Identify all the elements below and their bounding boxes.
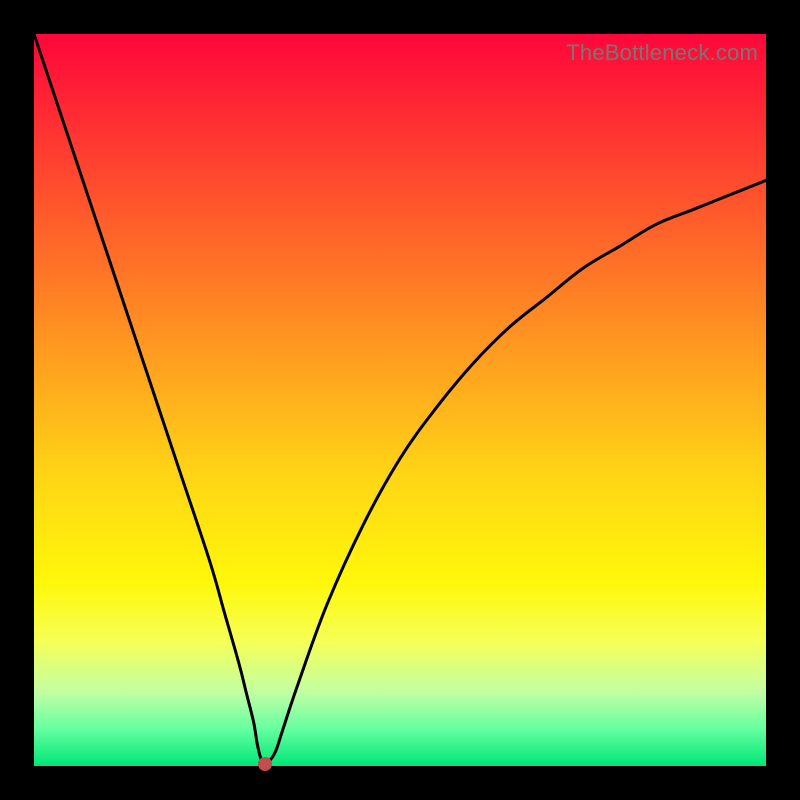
bottleneck-curve xyxy=(34,34,766,766)
chart-frame: TheBottleneck.com xyxy=(0,0,800,800)
optimum-marker xyxy=(258,757,272,771)
plot-area: TheBottleneck.com xyxy=(34,34,766,766)
